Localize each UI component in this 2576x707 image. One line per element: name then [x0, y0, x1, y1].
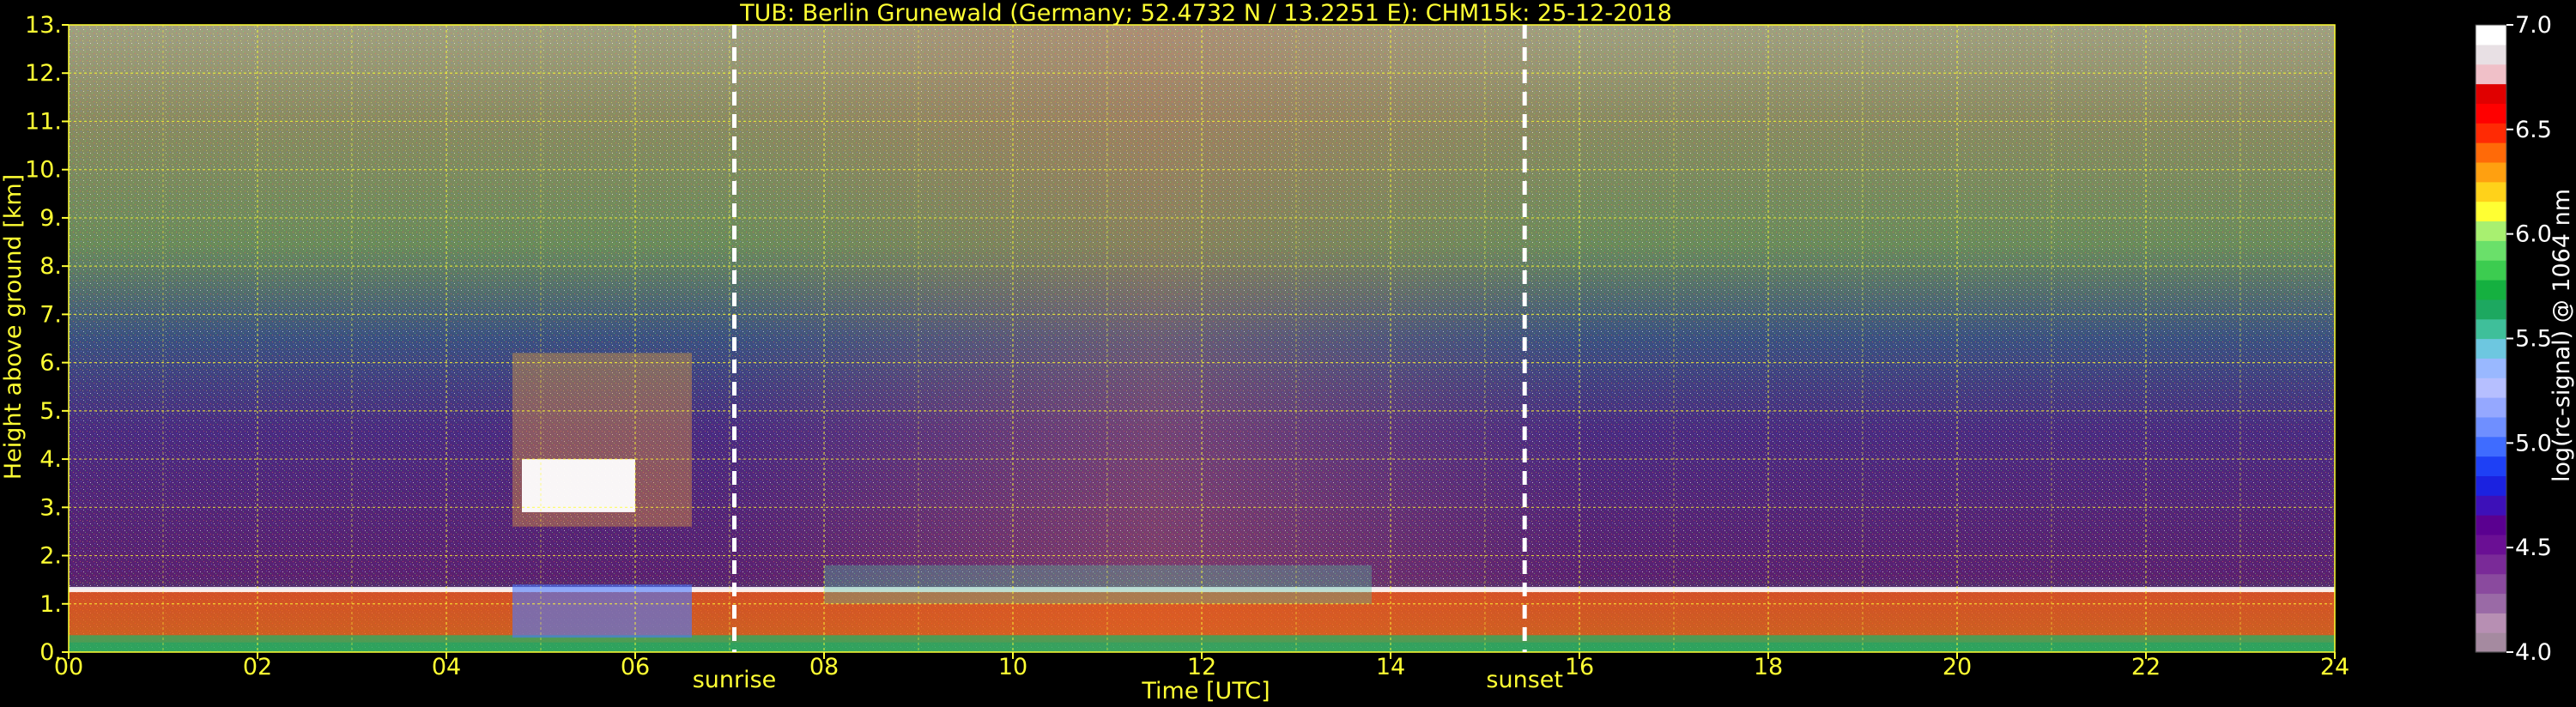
- colorbar-segment: [2476, 279, 2506, 300]
- colorbar-tick-label: 5.0: [2515, 430, 2552, 456]
- colorbar-segment: [2476, 613, 2506, 633]
- colorbar-tick-label: 4.5: [2515, 535, 2552, 561]
- y-tick-label: 5.: [39, 398, 62, 425]
- y-tick-label: 7.: [39, 301, 62, 328]
- x-tick-label: 18: [1754, 654, 1783, 680]
- plot-area: sunrise sunset: [68, 24, 2336, 693]
- colorbar-segment: [2476, 299, 2506, 320]
- y-tick-label: 11.: [25, 108, 62, 135]
- colorbar-segment: [2476, 573, 2506, 595]
- x-axis-ticks: 00 02 04 06 08 10 12 14 16 18 20 22 24: [54, 652, 2349, 680]
- colorbar-tick-label: 6.0: [2515, 221, 2552, 248]
- event-label-sunset: sunset: [1486, 667, 1563, 693]
- colorbar-segment: [2476, 416, 2506, 438]
- colorbar-segment: [2476, 260, 2506, 281]
- y-tick-label: 9.: [39, 205, 62, 232]
- y-tick-label: 10.: [25, 157, 62, 184]
- y-tick-label: 12.: [25, 60, 62, 87]
- colorbar-segment: [2476, 495, 2506, 516]
- colorbar-segment: [2476, 103, 2506, 124]
- colorbar-segment: [2476, 397, 2506, 418]
- colorbar-segment: [2476, 318, 2506, 340]
- y-tick-label: 6.: [39, 350, 62, 377]
- y-tick-label: 4.: [39, 446, 62, 473]
- colorbar-segment: [2476, 181, 2506, 202]
- colorbar-segment: [2476, 142, 2506, 163]
- x-tick-label: 22: [2131, 654, 2161, 680]
- x-tick-label: 02: [243, 654, 272, 680]
- colorbar: 4.0 4.5 5.0 5.5 6.0 6.5 7.0: [2475, 12, 2552, 666]
- y-tick-label: 13.: [25, 12, 62, 39]
- colorbar-segment: [2476, 338, 2506, 359]
- colorbar-segment: [2476, 63, 2506, 85]
- x-tick-label: 16: [1565, 654, 1594, 680]
- colorbar-tick-label: 5.5: [2515, 326, 2552, 353]
- x-tick-label: 08: [809, 654, 839, 680]
- colorbar-segment: [2476, 436, 2506, 457]
- x-tick-label: 14: [1376, 654, 1405, 680]
- colorbar-segment: [2476, 632, 2506, 653]
- x-tick-label: 00: [54, 654, 83, 680]
- x-axis-label: Time [UTC]: [1141, 678, 1270, 704]
- feature-low-cloud: [512, 584, 692, 638]
- colorbar-segment: [2476, 456, 2506, 477]
- colorbar-tick-label: 4.0: [2515, 639, 2552, 666]
- colorbar-segment: [2476, 534, 2506, 555]
- colorbar-segment: [2476, 553, 2506, 575]
- colorbar-segment: [2476, 240, 2506, 261]
- colorbar-segment: [2476, 378, 2506, 398]
- colorbar-segment: [2476, 593, 2506, 613]
- colorbar-segment: [2476, 515, 2506, 535]
- x-tick-label: 24: [2320, 654, 2349, 680]
- y-tick-label: 2.: [39, 543, 62, 570]
- colorbar-segment: [2476, 25, 2506, 45]
- lidar-chart: sunrise sunset 0.1.2.3.4.5.6.7.8.9.10.11.…: [0, 0, 2575, 704]
- colorbar-segment: [2476, 123, 2506, 143]
- x-tick-label: 20: [1943, 654, 1972, 680]
- colorbar-segment: [2476, 201, 2506, 222]
- y-tick-label: 8.: [39, 253, 62, 280]
- x-tick-label: 12: [1187, 654, 1216, 680]
- event-label-sunrise: sunrise: [693, 667, 777, 693]
- y-tick-label: 3.: [39, 494, 62, 521]
- colorbar-segment: [2476, 44, 2506, 65]
- feature-elevated-aerosol: [824, 565, 1372, 604]
- colorbar-segment: [2476, 221, 2506, 241]
- x-tick-label: 06: [621, 654, 650, 680]
- colorbar-segment: [2476, 161, 2506, 183]
- y-axis-ticks: 0.1.2.3.4.5.6.7.8.9.10.11.12.13.: [25, 12, 69, 666]
- feature-cloud-core: [522, 459, 635, 512]
- x-tick-label: 10: [998, 654, 1027, 680]
- colorbar-segment: [2476, 475, 2506, 496]
- x-tick-label: 04: [432, 654, 461, 680]
- colorbar-segment: [2476, 358, 2506, 378]
- colorbar-label: log(rc-signal) @ 1064 nm: [2549, 189, 2575, 482]
- colorbar-tick-label: 7.0: [2515, 12, 2552, 39]
- colorbar-segment: [2476, 83, 2506, 104]
- colorbar-tick-label: 6.5: [2515, 117, 2552, 143]
- y-tick-label: 1.: [39, 591, 62, 618]
- chart-title: TUB: Berlin Grunewald (Germany; 52.4732 …: [739, 0, 1672, 27]
- y-axis-label: Height above ground [km]: [0, 174, 27, 480]
